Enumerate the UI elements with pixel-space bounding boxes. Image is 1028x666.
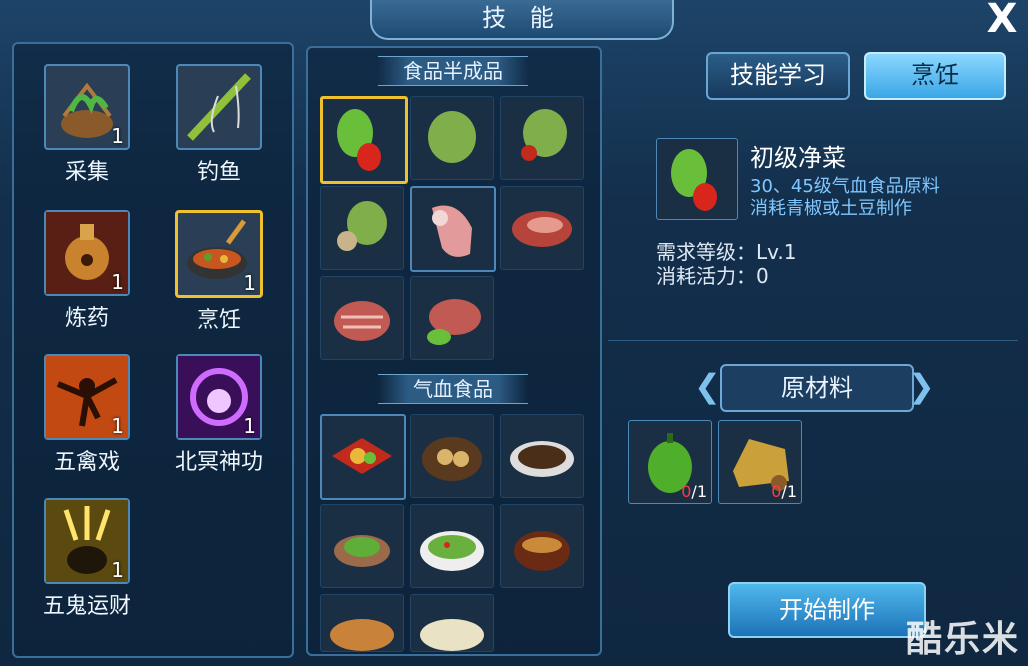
fishing-rod-icon — [176, 64, 262, 150]
skill-label: 采集 — [64, 160, 109, 185]
skill-wugui[interactable]: 1 五鬼运财 — [42, 498, 132, 620]
beiming-power-icon: 1 — [176, 354, 262, 440]
recipe-desc-line-2: 消耗青椒或土豆制作 — [750, 198, 912, 219]
material-green-pepper[interactable]: 0/1 — [628, 420, 712, 504]
recipe-basic-greens[interactable] — [320, 96, 408, 184]
recipe-mixed-veg[interactable] — [320, 186, 404, 270]
skill-window: 技 能 X 1 采集 钓鱼 1 炼药 1 烹饪 1 五禽戏 1 北冥神功 1 五… — [0, 0, 1028, 666]
ornament-right-icon: ❯ — [908, 367, 935, 405]
skill-label: 北冥神功 — [174, 450, 263, 475]
recipe-raw-meat[interactable] — [500, 186, 584, 270]
skill-gathering[interactable]: 1 采集 — [42, 64, 132, 186]
gathering-basket-icon: 1 — [44, 64, 130, 150]
section-hp-food: 气血食品 — [378, 374, 528, 404]
material-count: 0/1 — [771, 482, 797, 501]
recipe-hp-4[interactable] — [320, 504, 404, 588]
skill-alchemy[interactable]: 1 炼药 — [42, 210, 132, 332]
tab-skill-learning[interactable]: 技能学习 — [706, 52, 850, 100]
materials-title: 原材料 — [720, 364, 914, 412]
skill-label: 烹饪 — [196, 308, 241, 333]
skill-count: 1 — [243, 271, 256, 295]
cooking-wok-icon: 1 — [175, 210, 263, 298]
recipe-panel: 食品半成品 气血食品 — [306, 46, 602, 656]
five-ghosts-wealth-icon: 1 — [44, 498, 130, 584]
skill-fishing[interactable]: 钓鱼 — [174, 64, 264, 186]
skill-count: 1 — [243, 414, 256, 438]
ornament-left-icon: ❮ — [694, 367, 721, 405]
five-animals-icon: 1 — [44, 354, 130, 440]
recipe-hp-3[interactable] — [500, 414, 584, 498]
recipe-hp-2[interactable] — [410, 414, 494, 498]
recipe-hp-6[interactable] — [500, 504, 584, 588]
selected-recipe-icon — [656, 138, 738, 220]
skill-label: 五禽戏 — [53, 450, 120, 475]
recipe-hp-7[interactable] — [320, 594, 404, 652]
material-count: 0/1 — [681, 482, 707, 501]
alchemy-furnace-icon: 1 — [44, 210, 130, 296]
recipe-greens-3[interactable] — [500, 96, 584, 180]
material-potato-sack[interactable]: 0/1 — [718, 420, 802, 504]
watermark: 酷乐米 — [905, 619, 1020, 660]
section-semi-finished: 食品半成品 — [378, 56, 528, 86]
skill-wuqinxi[interactable]: 1 五禽戏 — [42, 354, 132, 476]
tab-cooking[interactable]: 烹饪 — [864, 52, 1006, 100]
recipe-pork-leg[interactable] — [410, 186, 496, 272]
recipe-hp-5[interactable] — [410, 504, 494, 588]
skill-label: 钓鱼 — [196, 160, 241, 185]
start-crafting-button[interactable]: 开始制作 — [728, 582, 926, 638]
recipe-hp-1[interactable] — [320, 414, 406, 500]
recipe-name: 初级净菜 — [750, 144, 846, 172]
skill-count: 1 — [111, 414, 124, 438]
recipe-greens-2[interactable] — [410, 96, 494, 180]
skill-count: 1 — [111, 270, 124, 294]
recipe-sliced-meat-veg[interactable] — [410, 276, 494, 360]
skill-label: 五鬼运财 — [42, 594, 131, 619]
skill-cooking[interactable]: 1 烹饪 — [174, 210, 264, 334]
close-button[interactable]: X — [982, 0, 1022, 40]
skill-beiming[interactable]: 1 北冥神功 — [174, 354, 264, 476]
skill-list-panel: 1 采集 钓鱼 1 炼药 1 烹饪 1 五禽戏 1 北冥神功 1 五鬼运财 — [12, 42, 294, 658]
skill-label: 炼药 — [64, 306, 109, 331]
window-title: 技 能 — [370, 0, 674, 40]
energy-cost: 消耗活力：0 — [656, 264, 769, 288]
recipe-sliced-meat[interactable] — [320, 276, 404, 360]
skill-count: 1 — [111, 558, 124, 582]
recipe-hp-8[interactable] — [410, 594, 494, 652]
skill-count: 1 — [111, 124, 124, 148]
divider — [608, 340, 1018, 341]
